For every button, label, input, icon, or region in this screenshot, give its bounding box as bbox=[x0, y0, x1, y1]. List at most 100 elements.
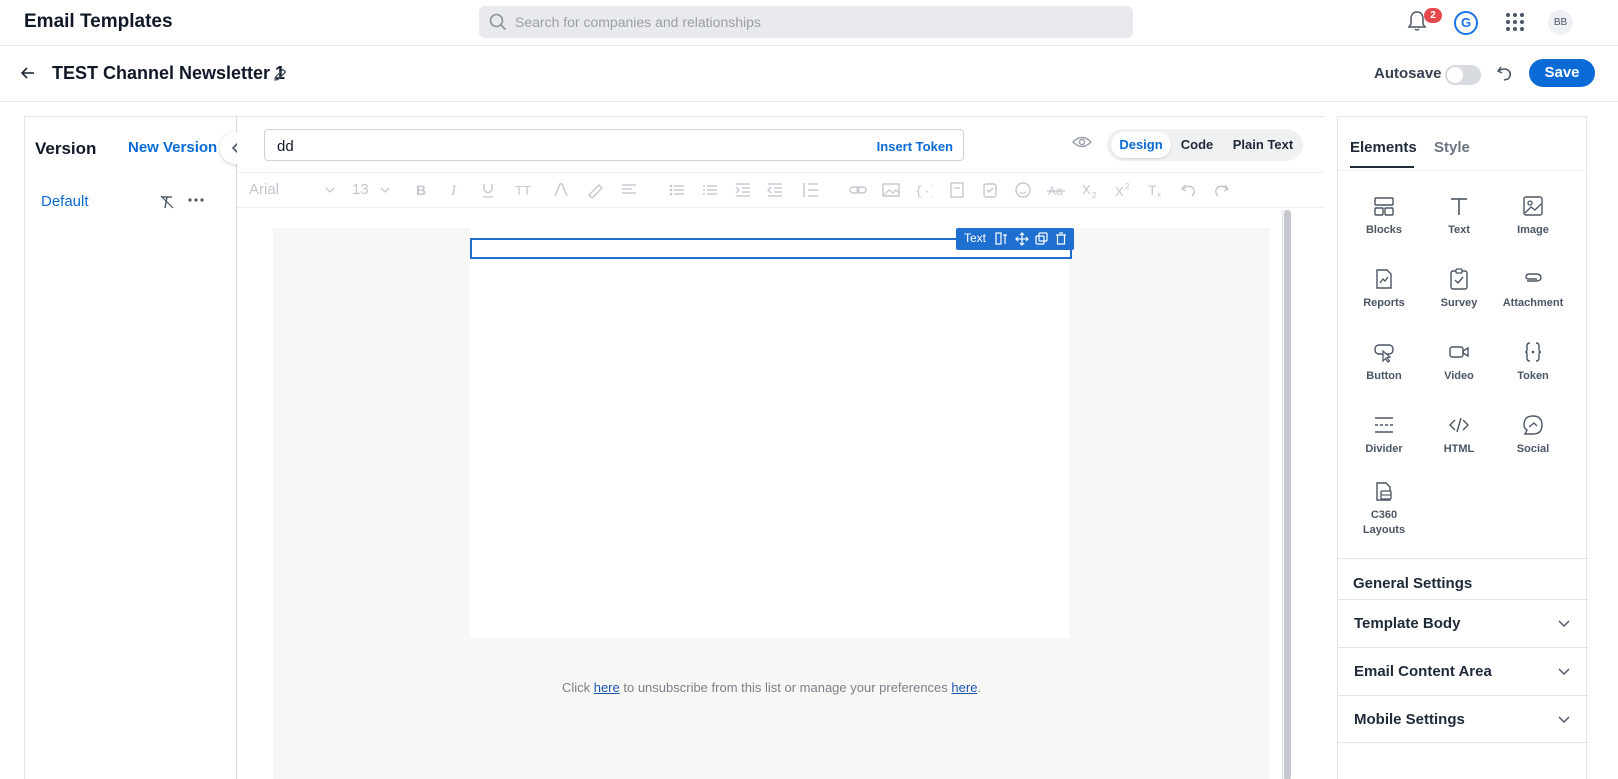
avatar[interactable]: BB bbox=[1548, 10, 1573, 35]
element-text[interactable]: Text bbox=[1424, 195, 1494, 257]
element-survey[interactable]: Survey bbox=[1424, 268, 1494, 330]
text-icon bbox=[1451, 198, 1467, 215]
italic-icon[interactable]: I bbox=[448, 182, 462, 198]
email-canvas[interactable]: Text Click here to unsubscribe from this… bbox=[273, 228, 1270, 779]
accordion-email-content-area[interactable]: Email Content Area bbox=[1338, 647, 1588, 695]
insert-image-icon[interactable] bbox=[882, 182, 900, 198]
svg-text:x: x bbox=[1157, 190, 1161, 198]
g-logo-icon[interactable]: G bbox=[1454, 11, 1478, 35]
search-input[interactable]: Search for companies and relationships bbox=[479, 6, 1133, 38]
bold-icon[interactable]: B bbox=[414, 182, 428, 198]
accordion-mobile-settings[interactable]: Mobile Settings bbox=[1338, 695, 1588, 743]
preferences-link[interactable]: here bbox=[951, 680, 977, 695]
element-token[interactable]: Token bbox=[1498, 341, 1568, 403]
version-item-default[interactable]: Default bbox=[41, 193, 89, 210]
element-social[interactable]: Social bbox=[1498, 414, 1568, 476]
search-placeholder: Search for companies and relationships bbox=[515, 14, 761, 30]
selected-text-block[interactable]: Text bbox=[470, 228, 1074, 259]
new-version-button[interactable]: New Version bbox=[128, 139, 217, 156]
underline-icon[interactable] bbox=[481, 182, 495, 198]
unsubscribe-footer: Click here to unsubscribe from this list… bbox=[273, 680, 1270, 695]
svg-text:{·}: {·} bbox=[915, 184, 933, 198]
element-label: Reports bbox=[1363, 297, 1405, 309]
element-html[interactable]: HTML bbox=[1424, 414, 1494, 476]
bullet-list-icon[interactable] bbox=[669, 182, 685, 198]
element-divider[interactable]: Divider bbox=[1349, 414, 1419, 476]
element-c360-layouts[interactable]: C360 Layouts bbox=[1349, 480, 1419, 560]
superscript-icon[interactable]: X2 bbox=[1114, 182, 1132, 198]
tab-code[interactable]: Code bbox=[1175, 132, 1219, 158]
more-options-icon[interactable] bbox=[188, 197, 204, 203]
element-image[interactable]: Image bbox=[1498, 195, 1568, 257]
survey-icon[interactable] bbox=[982, 182, 998, 198]
element-label: Social bbox=[1516, 443, 1550, 455]
move-icon[interactable] bbox=[1015, 232, 1029, 246]
svg-text:2: 2 bbox=[1092, 191, 1097, 198]
link-icon[interactable] bbox=[849, 182, 867, 198]
unsubscribe-link[interactable]: here bbox=[594, 680, 620, 695]
numbered-list-icon[interactable] bbox=[702, 182, 718, 198]
block-type-label: Text bbox=[964, 231, 987, 245]
element-blocks[interactable]: Blocks bbox=[1349, 195, 1419, 257]
element-label: Image bbox=[1517, 224, 1549, 236]
editor-mode-tabs: Design Code Plain Text bbox=[1107, 129, 1303, 161]
element-video[interactable]: Video bbox=[1424, 341, 1494, 403]
font-color-icon[interactable] bbox=[553, 182, 569, 198]
layouts-icon bbox=[1376, 482, 1392, 501]
version-panel: Version New Version Default bbox=[24, 116, 237, 779]
strikethrough-icon[interactable]: Aa bbox=[1047, 182, 1065, 198]
line-height-icon[interactable] bbox=[801, 182, 819, 198]
report-icon[interactable] bbox=[949, 182, 967, 198]
element-button[interactable]: Button bbox=[1349, 341, 1419, 403]
align-icon[interactable] bbox=[621, 182, 637, 198]
blocks-icon bbox=[1374, 197, 1394, 216]
undo-icon[interactable] bbox=[1181, 182, 1197, 198]
tab-plain-text[interactable]: Plain Text bbox=[1225, 132, 1301, 158]
search-icon bbox=[489, 13, 507, 31]
chevron-down-icon bbox=[325, 187, 335, 193]
editor-scrollbar[interactable] bbox=[1282, 210, 1291, 779]
clear-formatting-icon[interactable]: Tx bbox=[1147, 182, 1165, 198]
image-icon bbox=[1523, 196, 1543, 216]
active-tab-indicator bbox=[1350, 166, 1414, 168]
undo-icon[interactable] bbox=[1496, 64, 1514, 82]
back-arrow-icon[interactable] bbox=[20, 65, 36, 81]
tab-design[interactable]: Design bbox=[1111, 132, 1171, 158]
token-icon[interactable]: {·} bbox=[915, 182, 933, 198]
autosave-toggle[interactable] bbox=[1445, 65, 1481, 85]
email-content-area[interactable]: Text bbox=[470, 228, 1074, 638]
emoji-icon[interactable] bbox=[1015, 182, 1031, 198]
element-label: C360 Layouts bbox=[1362, 509, 1406, 536]
font-size-select[interactable]: 13 bbox=[352, 181, 369, 198]
block-settings-icon[interactable] bbox=[995, 232, 1008, 245]
html-icon bbox=[1449, 417, 1469, 433]
insert-token-button[interactable]: Insert Token bbox=[877, 139, 953, 154]
toggle-knob bbox=[1447, 67, 1463, 83]
tab-elements[interactable]: Elements bbox=[1350, 139, 1417, 156]
save-button[interactable]: Save bbox=[1529, 59, 1595, 87]
app-grid-icon[interactable] bbox=[1505, 12, 1525, 32]
outdent-icon[interactable] bbox=[767, 182, 783, 198]
chevron-down-icon bbox=[1558, 716, 1570, 723]
element-attachment[interactable]: Attachment bbox=[1498, 268, 1568, 330]
indent-icon[interactable] bbox=[735, 182, 751, 198]
clear-format-icon[interactable] bbox=[159, 194, 175, 210]
preview-eye-icon[interactable] bbox=[1072, 135, 1092, 149]
editor-area: dd Insert Token Design Code Plain Text A… bbox=[237, 116, 1324, 779]
duplicate-icon[interactable] bbox=[1035, 232, 1048, 245]
tab-style[interactable]: Style bbox=[1434, 139, 1470, 156]
pencil-icon[interactable] bbox=[273, 68, 287, 82]
font-select[interactable]: Arial bbox=[249, 181, 279, 198]
svg-text:X: X bbox=[1082, 182, 1091, 197]
scroll-thumb[interactable] bbox=[1284, 210, 1291, 779]
text-size-icon[interactable]: TT bbox=[514, 182, 532, 198]
element-label: Blocks bbox=[1365, 224, 1403, 236]
accordion-template-body[interactable]: Template Body bbox=[1338, 599, 1588, 647]
redo-icon[interactable] bbox=[1213, 182, 1229, 198]
element-label: Token bbox=[1517, 370, 1549, 382]
subscript-icon[interactable]: X2 bbox=[1081, 182, 1099, 198]
delete-icon[interactable] bbox=[1055, 232, 1067, 245]
subject-field[interactable]: dd Insert Token bbox=[264, 129, 964, 161]
highlight-icon[interactable] bbox=[586, 182, 604, 198]
element-reports[interactable]: Reports bbox=[1349, 268, 1419, 330]
